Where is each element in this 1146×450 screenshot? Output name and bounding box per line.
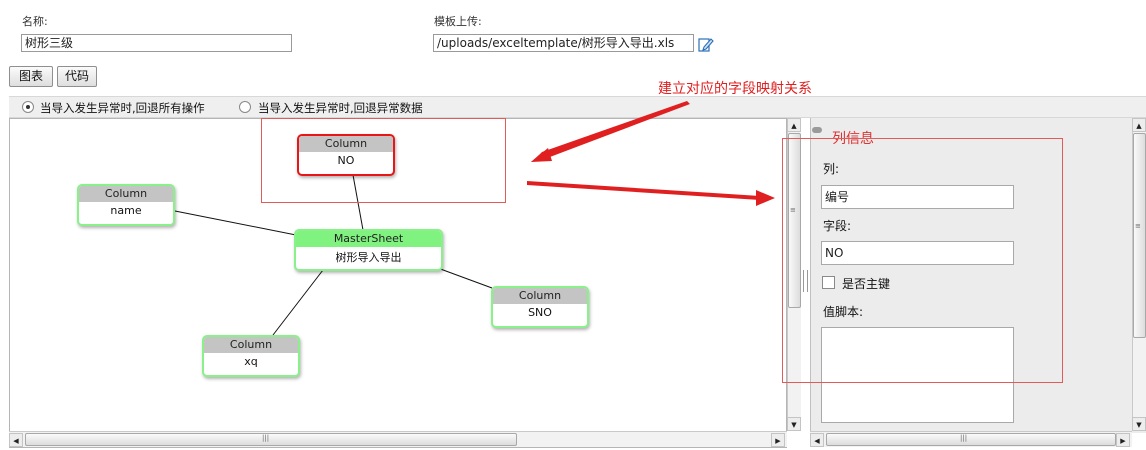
annotation-arrows <box>527 101 775 206</box>
arrow-to-node-icon <box>531 101 690 162</box>
arrow-to-panel-icon <box>527 181 760 200</box>
